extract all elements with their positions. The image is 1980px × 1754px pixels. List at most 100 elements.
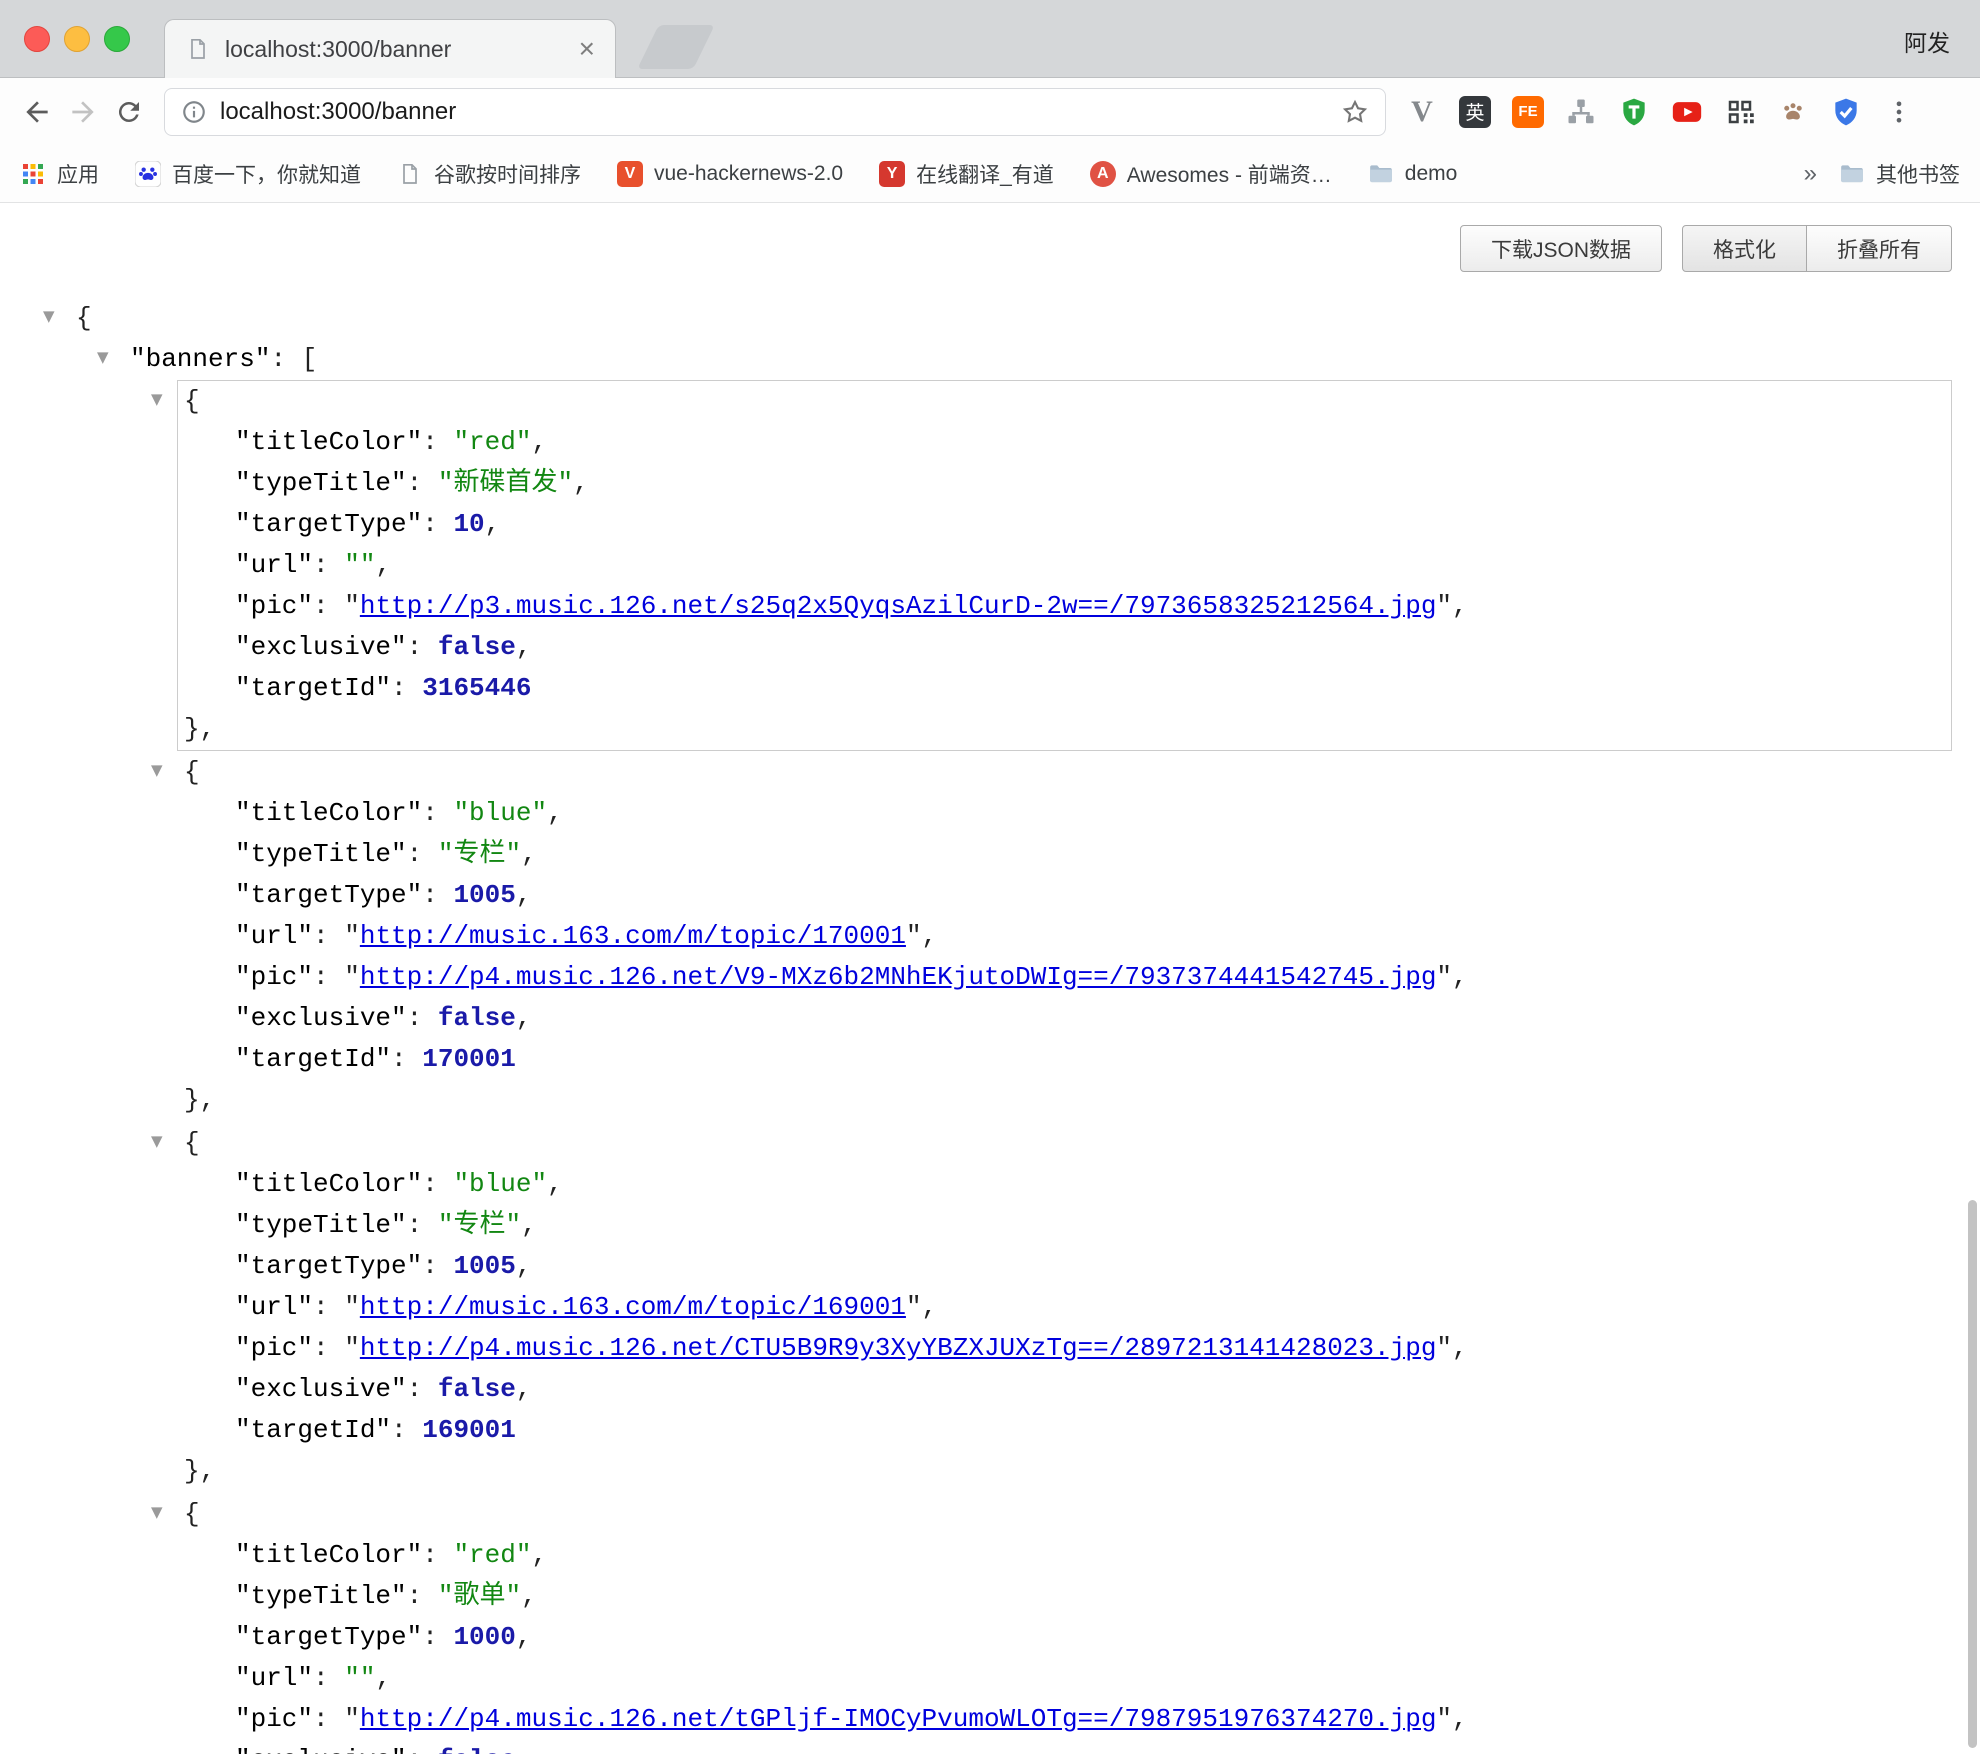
bookmark-vue-hackernews[interactable]: V vue-hackernews-2.0 xyxy=(617,161,843,187)
url-bar[interactable]: localhost:3000/banner xyxy=(164,88,1386,136)
json-punct: { xyxy=(184,1128,200,1158)
profile-name: 阿发 xyxy=(1904,24,1950,58)
json-banner-object: ▼{"titleColor": "red","typeTitle": "歌单",… xyxy=(177,1493,1952,1754)
json-key: "pic" xyxy=(235,1704,313,1734)
qr-code-icon[interactable] xyxy=(1722,94,1758,130)
json-punct: , xyxy=(521,1210,537,1240)
download-json-button[interactable]: 下载JSON数据 xyxy=(1460,225,1662,272)
back-button[interactable] xyxy=(14,89,60,135)
translate-en-icon[interactable]: 英 xyxy=(1457,94,1493,130)
json-url-link[interactable]: http://music.163.com/m/topic/169001 xyxy=(360,1292,906,1322)
json-number: 1005 xyxy=(453,1251,515,1281)
json-punct: : xyxy=(407,468,438,498)
collapse-triangle-icon[interactable]: ▼ xyxy=(43,296,76,337)
json-banners-key-line: ▼"banners": [ xyxy=(0,339,1980,380)
info-icon[interactable] xyxy=(181,99,207,125)
url-text[interactable]: localhost:3000/banner xyxy=(220,98,1341,126)
browser-menu-kebab-icon[interactable] xyxy=(1881,94,1917,130)
json-object-open: ▼{ xyxy=(178,381,1951,422)
json-punct: , xyxy=(922,1292,938,1322)
json-punct: : xyxy=(407,1374,438,1404)
page-icon xyxy=(397,161,423,187)
new-tab-button[interactable] xyxy=(637,25,714,69)
json-string: "" xyxy=(344,1663,375,1693)
vimium-icon[interactable]: V xyxy=(1404,94,1440,130)
json-url-link[interactable]: http://p3.music.126.net/s25q2x5QyqsAzilC… xyxy=(360,591,1437,621)
json-url-link[interactable]: http://p4.music.126.net/CTU5B9R9y3XyYBZX… xyxy=(360,1333,1437,1363)
json-property-line: "exclusive": false, xyxy=(178,998,1951,1039)
bookmark-google-sort[interactable]: 谷歌按时间排序 xyxy=(397,159,581,189)
json-quote: " xyxy=(1436,591,1452,621)
json-url-link[interactable]: http://p4.music.126.net/tGPljf-IMOCyPvum… xyxy=(360,1704,1437,1734)
json-punct: }, xyxy=(184,714,215,744)
json-property-line: "targetId": 169001 xyxy=(178,1410,1951,1451)
page-content: 下载JSON数据 格式化 折叠所有 ▼{▼"banners": [▼{"titl… xyxy=(0,203,1980,1754)
collapse-triangle-icon[interactable]: ▼ xyxy=(151,1121,184,1162)
bookmark-awesomes[interactable]: A Awesomes - 前端资… xyxy=(1090,159,1332,189)
vertical-scrollbar[interactable] xyxy=(1968,1200,1977,1748)
json-property-line: "targetType": 1000, xyxy=(178,1617,1951,1658)
json-property-line: "typeTitle": "新碟首发", xyxy=(178,463,1951,504)
json-punct: , xyxy=(531,1540,547,1570)
bookmark-demo-folder[interactable]: demo xyxy=(1368,161,1458,187)
json-quote: " xyxy=(1436,1333,1452,1363)
json-key: "targetId" xyxy=(235,1044,391,1074)
fullscreen-window-button[interactable] xyxy=(104,26,130,52)
json-string: "blue" xyxy=(453,1169,547,1199)
json-punct: , xyxy=(516,1622,532,1652)
forward-button[interactable] xyxy=(60,89,106,135)
bookmark-label: 在线翻译_有道 xyxy=(916,159,1054,189)
collapse-triangle-icon[interactable]: ▼ xyxy=(97,337,130,378)
json-url-link[interactable]: http://music.163.com/m/topic/170001 xyxy=(360,921,906,951)
bookmark-star-icon[interactable] xyxy=(1341,98,1369,126)
other-bookmarks-label: 其他书签 xyxy=(1876,159,1960,189)
json-key: "banners" xyxy=(130,344,270,374)
close-window-button[interactable] xyxy=(24,26,50,52)
collapse-all-button[interactable]: 折叠所有 xyxy=(1806,225,1952,272)
json-object-close: }, xyxy=(178,1080,1951,1121)
bookmarks-overflow-chevron[interactable]: » xyxy=(1804,160,1817,188)
json-object-open: ▼{ xyxy=(178,1123,1951,1164)
collapse-triangle-icon[interactable]: ▼ xyxy=(151,750,184,791)
json-number: 10 xyxy=(453,509,484,539)
reload-button[interactable] xyxy=(106,89,152,135)
tab-bar: localhost:3000/banner × 阿发 xyxy=(0,0,1980,78)
bookmark-baidu[interactable]: 百度一下，你就知道 xyxy=(135,159,361,189)
json-quote: " xyxy=(344,1292,360,1322)
json-punct: , xyxy=(516,632,532,662)
format-button[interactable]: 格式化 xyxy=(1682,225,1807,272)
json-url-link[interactable]: http://p4.music.126.net/V9-MXz6b2MNhEKju… xyxy=(360,962,1437,992)
minimize-window-button[interactable] xyxy=(64,26,90,52)
json-banner-object: ▼{"titleColor": "blue","typeTitle": "专栏"… xyxy=(177,751,1952,1122)
sitemap-icon[interactable] xyxy=(1563,94,1599,130)
json-quote: " xyxy=(1436,962,1452,992)
tab-close-icon[interactable]: × xyxy=(579,35,595,63)
json-boolean: false xyxy=(438,1374,516,1404)
collapse-triangle-icon[interactable]: ▼ xyxy=(151,379,184,420)
json-object-close: }, xyxy=(178,709,1951,750)
json-banners-array: ▼{"titleColor": "red","typeTitle": "新碟首发… xyxy=(0,380,1980,1754)
json-toolbar: 下载JSON数据 格式化 折叠所有 xyxy=(1460,225,1952,272)
shield-check-icon[interactable] xyxy=(1828,94,1864,130)
json-punct: , xyxy=(485,509,501,539)
json-punct: , xyxy=(516,1374,532,1404)
json-banner-object: ▼{"titleColor": "red","typeTitle": "新碟首发… xyxy=(177,380,1952,751)
fe-icon[interactable]: FE xyxy=(1510,94,1546,130)
json-quote: " xyxy=(344,1333,360,1363)
json-string: "red" xyxy=(453,427,531,457)
json-object-close: }, xyxy=(178,1451,1951,1492)
apps-shortcut[interactable]: 应用 xyxy=(20,159,99,189)
json-punct: : xyxy=(422,427,453,457)
json-punct: : xyxy=(407,1745,438,1754)
collapse-triangle-icon[interactable]: ▼ xyxy=(151,1492,184,1533)
json-key: "url" xyxy=(235,1292,313,1322)
shield-t-icon[interactable] xyxy=(1616,94,1652,130)
browser-tab[interactable]: localhost:3000/banner × xyxy=(164,19,616,78)
youtube-icon[interactable] xyxy=(1669,94,1705,130)
other-bookmarks-folder[interactable]: 其他书签 xyxy=(1839,159,1960,189)
bookmark-youdao[interactable]: Y 在线翻译_有道 xyxy=(879,159,1054,189)
json-punct: , xyxy=(375,550,391,580)
json-property-line: "typeTitle": "专栏", xyxy=(178,834,1951,875)
paw-icon[interactable] xyxy=(1775,94,1811,130)
json-punct: }, xyxy=(184,1085,215,1115)
